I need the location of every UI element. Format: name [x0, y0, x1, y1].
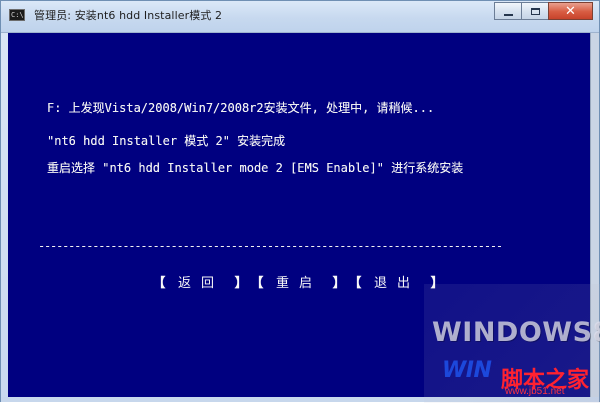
- console-line-complete: "nt6 hdd Installer 模式 2" 安装完成: [47, 134, 286, 148]
- maximize-button[interactable]: [521, 2, 548, 20]
- left-bracket: 【: [152, 276, 166, 291]
- minimize-button[interactable]: [494, 2, 521, 20]
- maximize-icon: [530, 7, 540, 15]
- menu-item-exit[interactable]: 【 退出 】: [348, 275, 444, 293]
- menu-item-back[interactable]: 【 返回 】: [152, 275, 248, 293]
- right-bracket: 】: [332, 276, 346, 291]
- menu-label-back: 返回: [178, 276, 225, 291]
- command-prompt-icon: C:\: [9, 9, 25, 21]
- vertical-scrollbar[interactable]: [590, 33, 599, 397]
- window-title: 管理员: 安装nt6 hdd Installer模式 2: [34, 9, 223, 22]
- left-bracket: 【: [250, 276, 264, 291]
- window-bottom-border: [1, 397, 599, 402]
- console-divider: ----------------------------------------…: [38, 239, 503, 253]
- minimize-icon: [503, 13, 513, 16]
- console-line-scan: F: 上发现Vista/2008/Win7/2008r2安装文件, 处理中, 请…: [47, 101, 435, 115]
- menu-item-restart[interactable]: 【 重启 】: [250, 275, 346, 293]
- window-controls: ✕: [494, 2, 593, 22]
- close-button[interactable]: ✕: [548, 2, 593, 20]
- left-bracket: 【: [348, 276, 362, 291]
- menu-label-restart: 重启: [276, 276, 323, 291]
- close-icon: ✕: [565, 3, 576, 19]
- console-menu: 【 返回 】 【 重启 】 【 退出 】: [152, 275, 444, 293]
- console-window: C:\ 管理员: 安装nt6 hdd Installer模式 2 ✕ F: 上发…: [0, 0, 600, 403]
- right-bracket: 】: [430, 276, 444, 291]
- right-bracket: 】: [234, 276, 248, 291]
- console-line-restart-instruction: 重启选择 "nt6 hdd Installer mode 2 [EMS Enab…: [47, 161, 464, 175]
- menu-label-exit: 退出: [374, 276, 421, 291]
- title-bar[interactable]: C:\ 管理员: 安装nt6 hdd Installer模式 2 ✕: [1, 1, 599, 33]
- console-output-area: F: 上发现Vista/2008/Win7/2008r2安装文件, 处理中, 请…: [8, 33, 591, 397]
